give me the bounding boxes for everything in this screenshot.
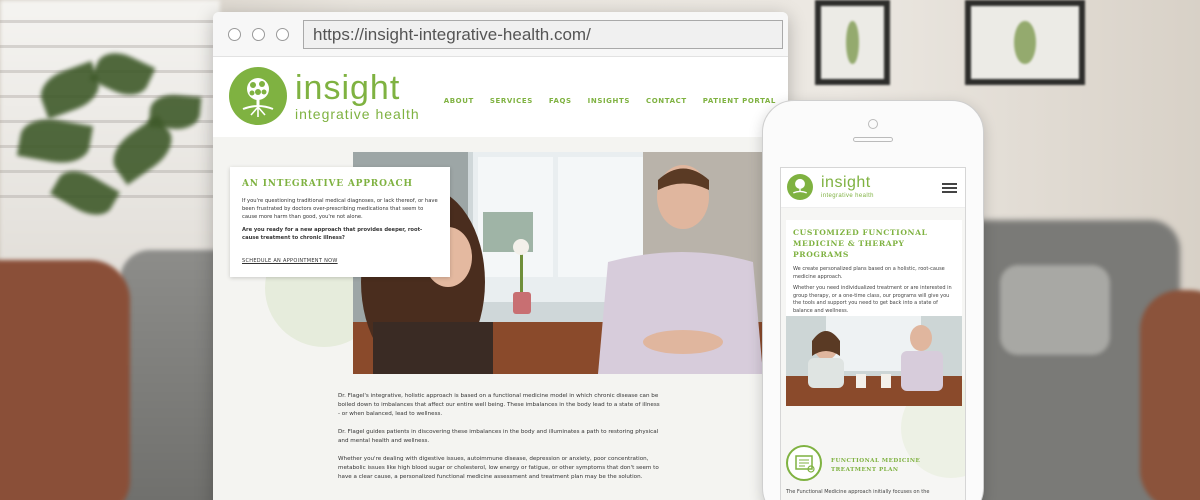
site-logo[interactable]: insight integrative health [229,67,420,125]
window-minimize-dot[interactable] [252,28,265,41]
intro-card: AN INTEGRATIVE APPROACH If you're questi… [230,167,450,277]
body-paragraph-2: Dr. Flagel guides patients in discoverin… [338,429,659,444]
nav-insights[interactable]: INSIGHTS [588,97,630,105]
desktop-browser-mockup: https://insight-integrative-health.com/ … [213,12,788,500]
feature-title: FUNCTIONAL MEDICINE TREATMENT PLAN [831,458,921,473]
site-header: insight integrative health ABOUT SERVICE… [213,57,788,137]
nav-services[interactable]: SERVICES [490,97,533,105]
browser-chrome: https://insight-integrative-health.com/ [213,12,788,57]
window-maximize-dot[interactable] [276,28,289,41]
feature-text: The Functional Medicine approach initial… [786,489,930,495]
chair-left [0,260,130,500]
nav-faqs[interactable]: FAQS [549,97,572,105]
logo-name: insight [295,69,401,107]
mobile-phone-mockup: insight integrative health CUSTOMIZED FU… [762,100,984,500]
mobile-card-paragraph-1: We create personalized plans based on a … [793,266,945,280]
phone-speaker [853,137,893,142]
mobile-logo-name: insight [821,174,871,191]
mobile-header: insight integrative health [781,168,965,208]
phone-camera [868,119,878,129]
nav-contact[interactable]: CONTACT [646,97,687,105]
treatment-plan-icon [786,445,822,481]
logo-tagline: integrative health [295,106,420,122]
mobile-programs-card: CUSTOMIZED FUNCTIONAL MEDICINE & THERAPY… [786,220,962,316]
mobile-logo[interactable]: insight integrative health [787,174,874,200]
chair-right [1140,290,1200,500]
tree-logo-icon [229,67,287,125]
mobile-card-paragraph-2: Whether you need individualized treatmen… [793,285,952,314]
window-close-dot[interactable] [228,28,241,41]
intro-card-paragraph: If you're questioning traditional medica… [242,198,438,220]
intro-card-title: AN INTEGRATIVE APPROACH [242,179,413,189]
hamburger-menu-icon[interactable] [942,183,957,193]
hero-section: AN INTEGRATIVE APPROACH If you're questi… [213,137,788,377]
body-paragraph-1: Dr. Flagel's integrative, holistic appro… [338,393,660,417]
mobile-logo-tagline: integrative health [821,193,874,199]
mobile-photo-doctor-patient [786,316,962,406]
url-bar[interactable]: https://insight-integrative-health.com/ [303,20,783,49]
nav-patient-portal[interactable]: PATIENT PORTAL [703,97,776,105]
main-nav: ABOUT SERVICES FAQS INSIGHTS CONTACT PAT… [444,97,776,105]
body-copy: Dr. Flagel's integrative, holistic appro… [338,392,663,491]
mobile-screen: insight integrative health CUSTOMIZED FU… [780,167,966,500]
intro-card-question: Are you ready for a new approach that pr… [242,227,423,241]
schedule-appointment-link[interactable]: SCHEDULE AN APPOINTMENT NOW [242,258,338,264]
mobile-card-title: CUSTOMIZED FUNCTIONAL MEDICINE & THERAPY… [793,228,928,259]
body-paragraph-3: Whether you're dealing with digestive is… [338,456,659,480]
nav-about[interactable]: ABOUT [444,97,474,105]
tree-logo-icon [787,174,813,200]
